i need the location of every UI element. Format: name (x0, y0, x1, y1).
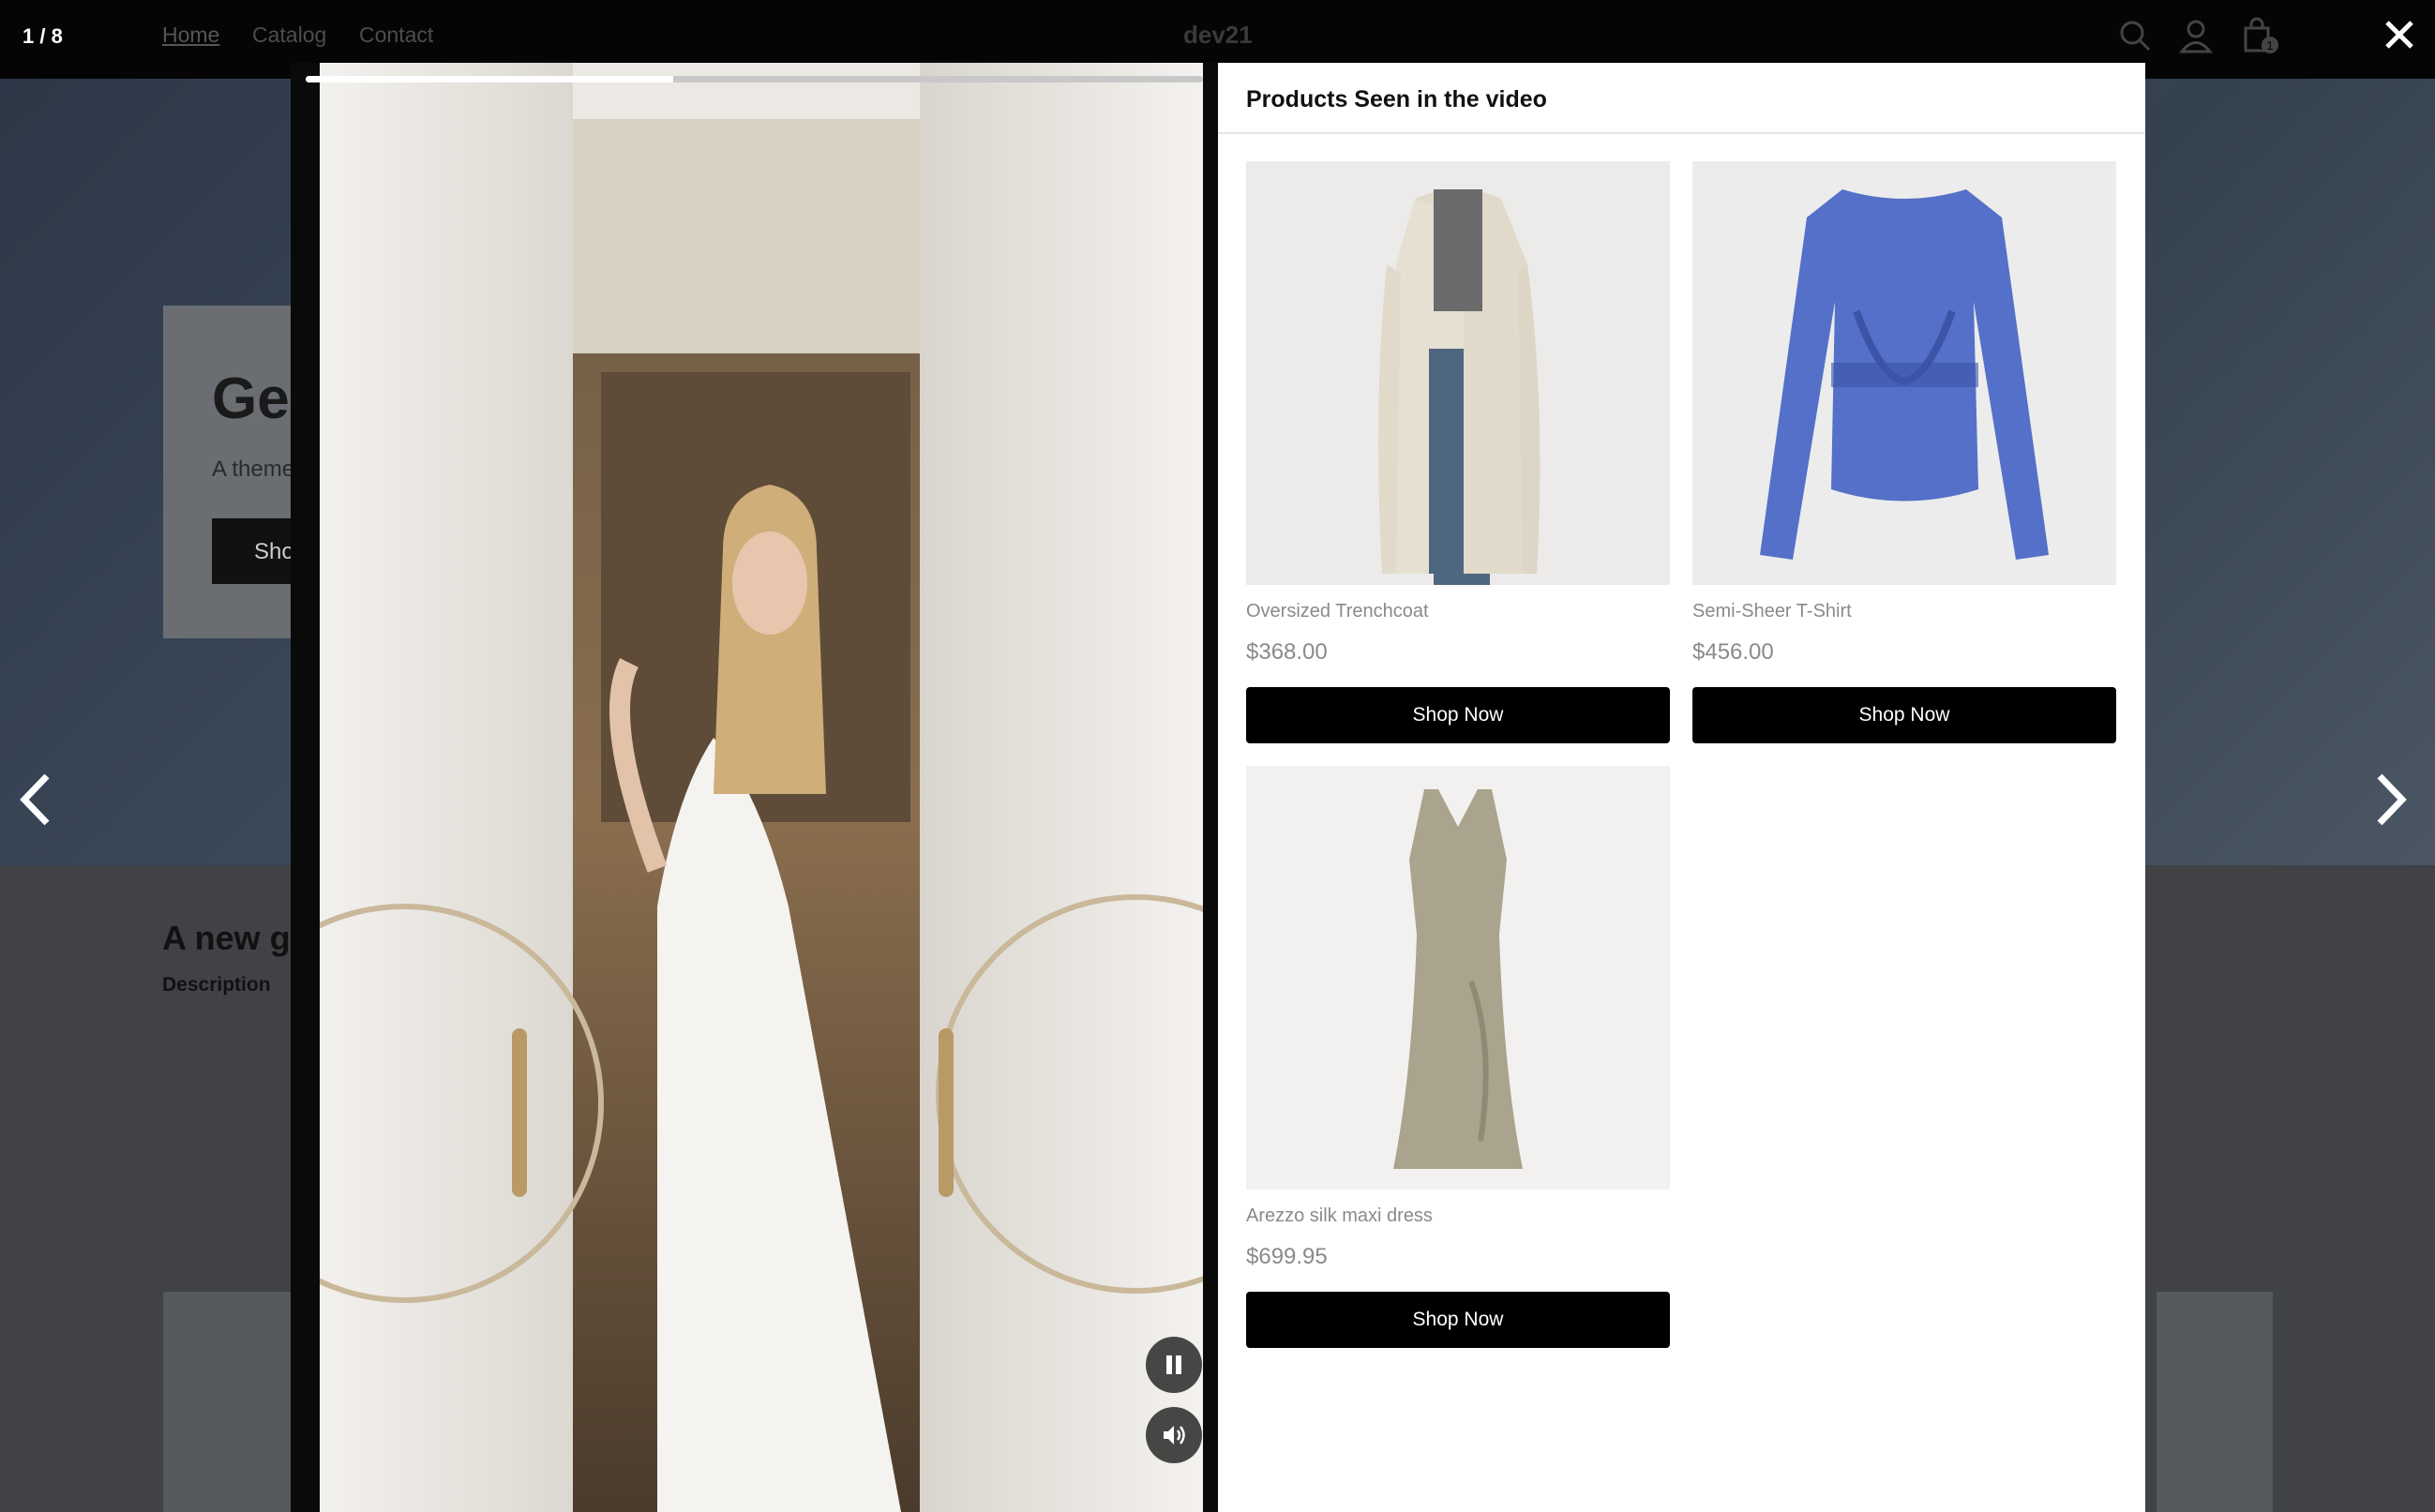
shop-now-button[interactable]: Shop Now (1246, 1292, 1670, 1348)
section-description: Description (162, 974, 271, 996)
product-card: Arezzo silk maxi dress $699.95 Shop Now (1246, 766, 1670, 1348)
brand-logo[interactable]: dev21 (1183, 21, 1253, 50)
story-modal: Products Seen in the video Oversized Tre… (291, 63, 2145, 1512)
product-name[interactable]: Semi-Sheer T-Shirt (1692, 601, 2116, 622)
hero-subtitle: A theme (212, 457, 295, 482)
close-icon[interactable] (2380, 15, 2419, 54)
nav-contact[interactable]: Contact (359, 22, 433, 48)
chevron-left-icon[interactable] (13, 771, 56, 829)
volume-icon[interactable] (1146, 1407, 1202, 1463)
product-price: $699.95 (1246, 1244, 1328, 1269)
story-counter: 1 / 8 (23, 24, 63, 48)
divider (1218, 132, 2145, 134)
product-price: $456.00 (1692, 639, 1774, 665)
user-icon[interactable] (2177, 17, 2215, 54)
panel-title: Products Seen in the video (1246, 86, 1547, 112)
product-thumb (2157, 1292, 2273, 1512)
product-card: Semi-Sheer T-Shirt $456.00 Shop Now (1692, 161, 2116, 743)
video-still (320, 63, 1203, 1512)
cart-count: 1 (2266, 38, 2273, 52)
product-card: Oversized Trenchcoat $368.00 Shop Now (1246, 161, 1670, 743)
section-title: A new g (162, 919, 291, 957)
product-name[interactable]: Oversized Trenchcoat (1246, 601, 1670, 622)
chevron-right-icon[interactable] (2370, 771, 2413, 829)
product-image-semi-sheer-tshirt[interactable] (1692, 161, 2116, 585)
product-name[interactable]: Arezzo silk maxi dress (1246, 1205, 1670, 1227)
products-panel: Products Seen in the video Oversized Tre… (1218, 63, 2145, 1512)
product-price: $368.00 (1246, 639, 1328, 665)
bag-icon[interactable]: 1 (2241, 17, 2278, 54)
video-player[interactable] (291, 63, 1218, 1512)
hero-title: Ge (212, 367, 290, 431)
product-thumb (163, 1292, 294, 1512)
video-frame (320, 63, 1203, 1512)
shop-now-button[interactable]: Shop Now (1246, 687, 1670, 743)
shop-now-button[interactable]: Shop Now (1692, 687, 2116, 743)
nav-home[interactable]: Home (162, 22, 219, 48)
video-progress[interactable] (306, 76, 1203, 82)
nav-catalog[interactable]: Catalog (252, 22, 326, 48)
pause-icon[interactable] (1146, 1337, 1202, 1393)
search-icon[interactable] (2116, 17, 2154, 54)
product-image-silk-maxi-dress[interactable] (1246, 766, 1670, 1190)
video-progress-fill (306, 76, 674, 82)
product-image-trenchcoat[interactable] (1246, 161, 1670, 585)
